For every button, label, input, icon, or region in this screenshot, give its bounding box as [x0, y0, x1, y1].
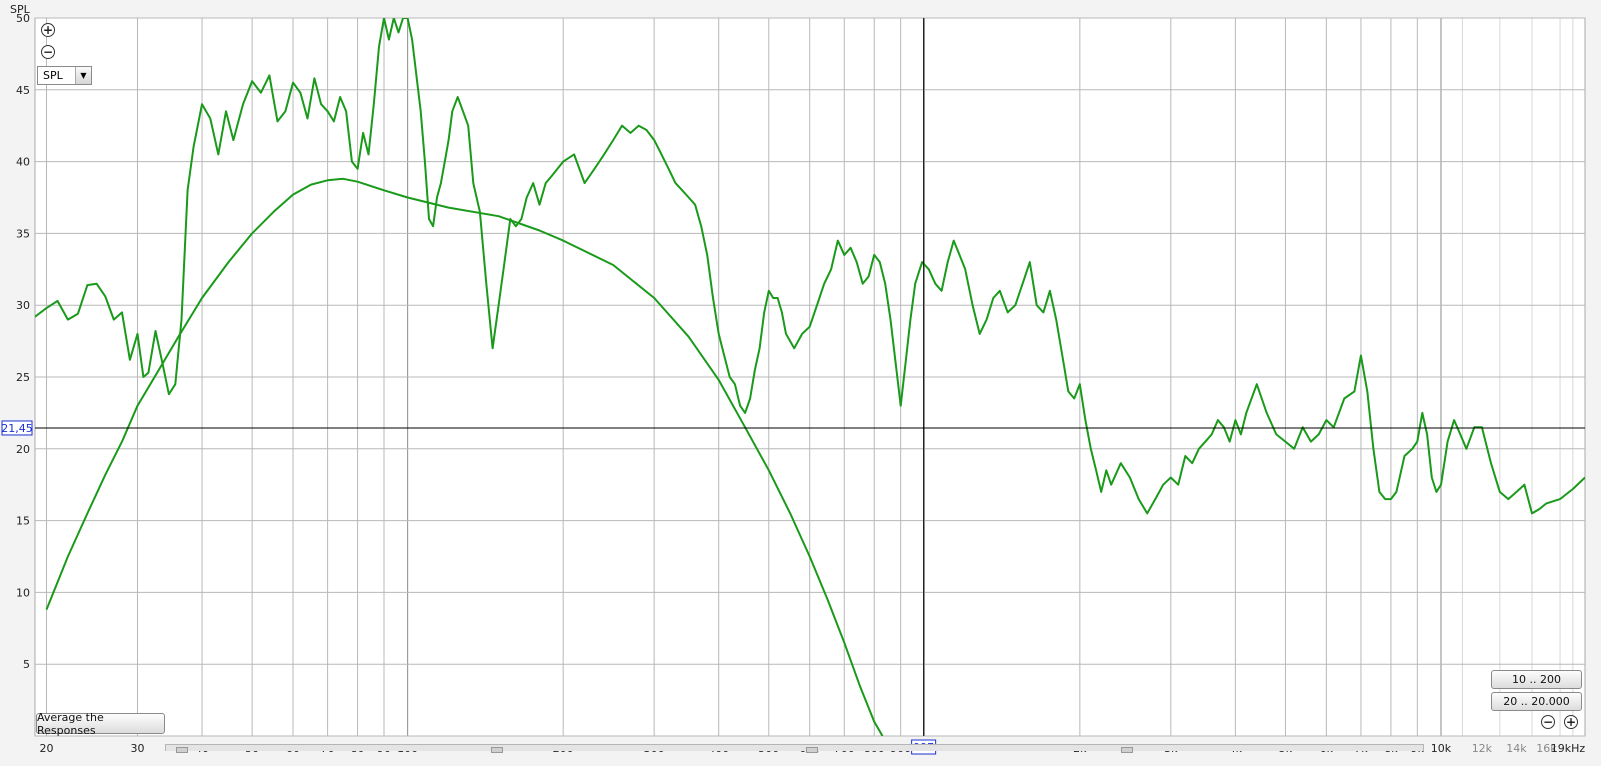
- cursor-spl-readout: 21,45: [1, 422, 33, 435]
- y-tick-label: 45: [16, 84, 30, 97]
- x-tick-label: 30: [130, 742, 144, 755]
- frequency-response-chart: SPL 5101520253035404550 2030405060708090…: [1, 3, 1586, 755]
- zoom-in-x-icon[interactable]: +: [1564, 715, 1578, 729]
- spl-select[interactable]: SPL ▼: [37, 66, 92, 85]
- y-tick-label: 10: [16, 586, 30, 599]
- x-tick-label: 20: [40, 742, 54, 755]
- y-tick-label: 15: [16, 515, 30, 528]
- y-tick-label: 50: [16, 12, 30, 25]
- chevron-down-icon[interactable]: ▼: [75, 67, 91, 84]
- y-tick-label: 30: [16, 299, 30, 312]
- x-tick-label: 10k: [1431, 742, 1452, 755]
- x-tick-label: 12k: [1472, 742, 1493, 755]
- y-tick-label: 20: [16, 443, 30, 456]
- range-20-20000-button[interactable]: 20 .. 20.000: [1491, 692, 1582, 711]
- zoom-out-icon[interactable]: −: [41, 45, 55, 59]
- bottom-scroll-strip[interactable]: [165, 744, 1424, 753]
- y-tick-label: 5: [23, 658, 30, 671]
- range-10-200-button[interactable]: 10 .. 200: [1491, 670, 1582, 689]
- x-tick-label: 14k: [1506, 742, 1527, 755]
- y-tick-label: 25: [16, 371, 30, 384]
- average-responses-button[interactable]: Average the Responses: [36, 711, 165, 737]
- x-axis-unit-label: 19kHz: [1551, 742, 1586, 755]
- y-tick-labels: 5 10 15 20 25 30 35 40 45 50: [16, 12, 30, 671]
- zoom-out-x-icon[interactable]: −: [1541, 715, 1555, 729]
- y-tick-label: 35: [16, 227, 30, 240]
- spl-select-value: SPL: [43, 69, 63, 82]
- y-tick-label: 40: [16, 156, 30, 169]
- zoom-in-icon[interactable]: +: [41, 23, 55, 37]
